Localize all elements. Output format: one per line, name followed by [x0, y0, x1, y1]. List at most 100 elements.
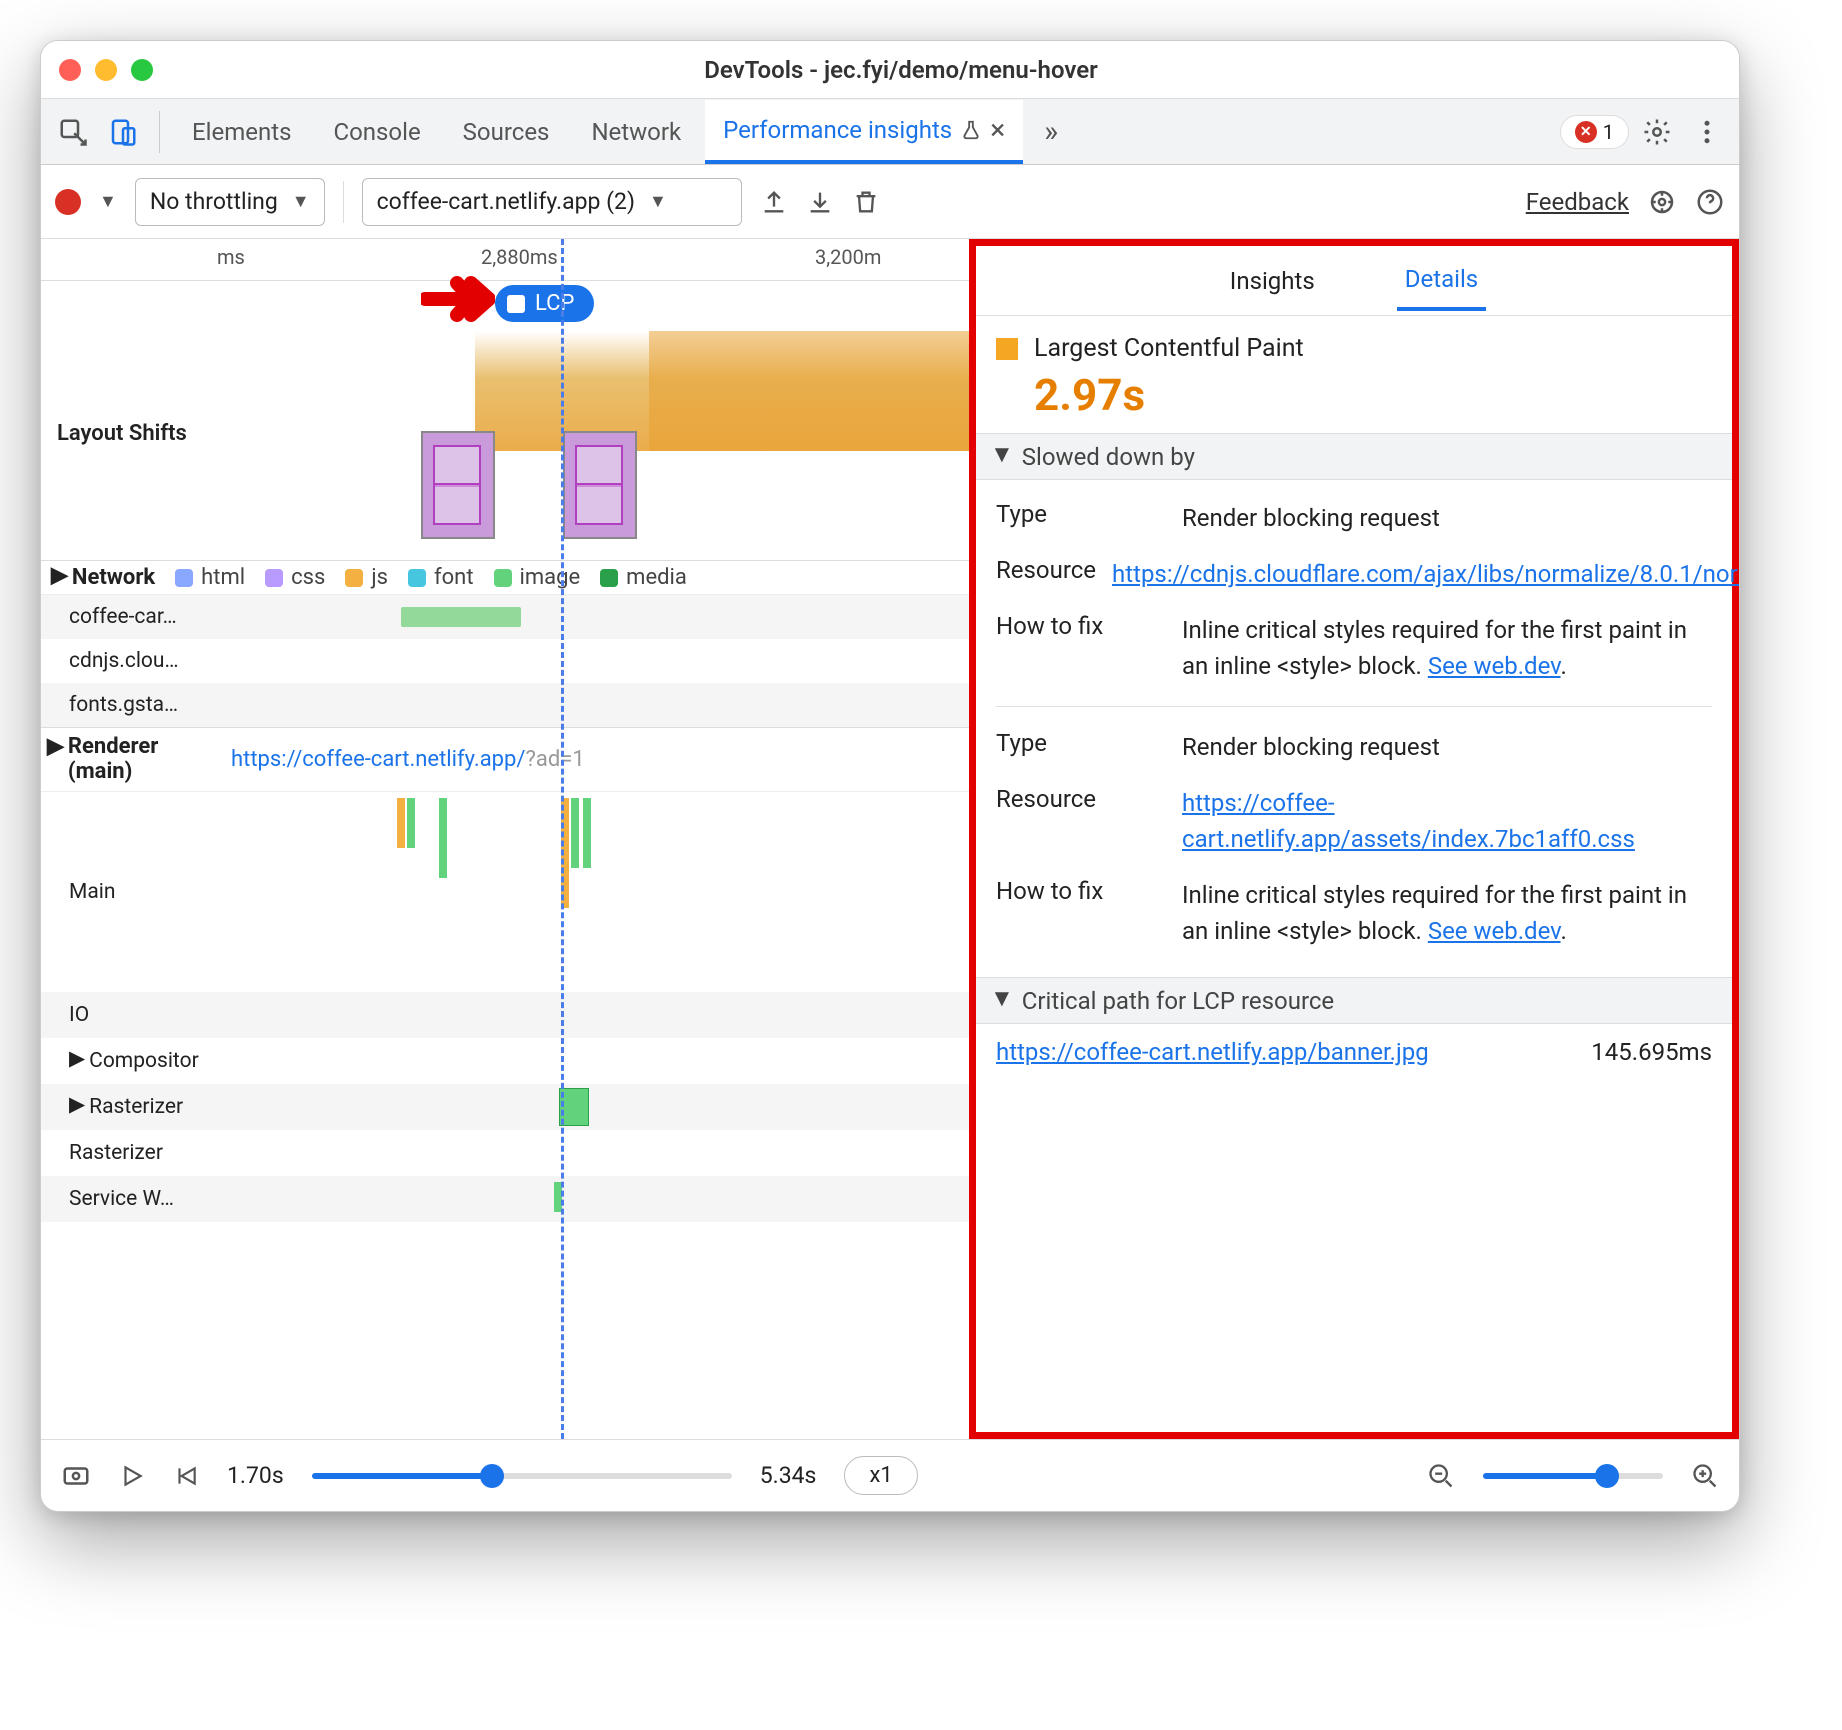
- network-toggle[interactable]: ▶ Network: [51, 565, 155, 590]
- kv-row: Type Render blocking request: [996, 719, 1712, 775]
- ruler-tick: 2,880ms: [481, 245, 558, 269]
- details-tabs: Insights Details: [976, 246, 1732, 316]
- legend-swatch: [600, 569, 618, 587]
- ruler-tick: ms: [217, 245, 245, 269]
- slowed-down-by-body: Type Render blocking request Resource ht…: [976, 480, 1732, 977]
- zoom-level[interactable]: x1: [844, 1456, 917, 1495]
- panel-tabbar: Elements Console Sources Network Perform…: [41, 99, 1739, 165]
- lcp-marker-badge[interactable]: LCP: [495, 285, 594, 322]
- tab-performance-insights[interactable]: Performance insights ×: [705, 100, 1023, 164]
- kv-row: Resource https://coffee-cart.netlify.app…: [996, 775, 1712, 867]
- screenshot-thumbnail[interactable]: [563, 431, 637, 539]
- see-webdev-link[interactable]: See web.dev: [1428, 652, 1561, 680]
- maximize-window-button[interactable]: [131, 59, 153, 81]
- network-row[interactable]: cdnjs.clou…: [41, 639, 969, 683]
- see-webdev-link[interactable]: See web.dev: [1428, 917, 1561, 945]
- resource-link[interactable]: https://coffee-cart.netlify.app/assets/i…: [1182, 789, 1635, 853]
- play-icon[interactable]: [119, 1463, 145, 1489]
- chevron-down-icon: ▼: [292, 191, 310, 212]
- zoom-in-icon[interactable]: [1691, 1462, 1719, 1490]
- zoom-out-icon[interactable]: [1427, 1462, 1455, 1490]
- tab-sources[interactable]: Sources: [445, 100, 568, 164]
- compositor-row[interactable]: ▶ Compositor: [41, 1038, 969, 1084]
- layout-shifts-track: Layout Shifts: [41, 331, 969, 561]
- track-label: ▶ Rasterizer: [69, 1094, 221, 1119]
- panel-settings-icon[interactable]: [1647, 187, 1677, 217]
- kv-key: Resource: [996, 556, 1096, 592]
- main-thread-row[interactable]: Main: [41, 792, 969, 992]
- lcp-marker-icon: [507, 295, 525, 313]
- inspect-icon[interactable]: [51, 110, 95, 154]
- legend-css: css: [265, 565, 325, 590]
- rasterizer-row[interactable]: ▶ Rasterizer: [41, 1084, 969, 1130]
- renderer-toggle[interactable]: ▶ Renderer (main): [47, 734, 211, 785]
- export-icon[interactable]: [760, 188, 788, 216]
- toggle-preview-icon[interactable]: [61, 1461, 91, 1491]
- legend-image: image: [494, 565, 581, 590]
- time-ruler[interactable]: ms 2,880ms 3,200m: [41, 239, 969, 281]
- record-menu-icon[interactable]: ▼: [99, 191, 117, 212]
- track-label: ▶ Compositor: [69, 1048, 221, 1073]
- kv-value: Inline critical styles required for the …: [1182, 612, 1712, 684]
- insights-marker-row: LCP: [41, 281, 969, 331]
- insights-tab[interactable]: Insights: [1222, 253, 1323, 309]
- error-count: 1: [1603, 120, 1614, 144]
- close-tab-icon[interactable]: ×: [990, 113, 1005, 146]
- kv-key: Resource: [996, 785, 1166, 857]
- device-toggle-icon[interactable]: [101, 110, 145, 154]
- network-row-label: cdnjs.clou…: [69, 649, 221, 673]
- help-icon[interactable]: [1695, 187, 1725, 217]
- error-count-badge[interactable]: ✕ 1: [1560, 115, 1629, 149]
- tab-network[interactable]: Network: [573, 100, 699, 164]
- settings-gear-icon[interactable]: [1635, 110, 1679, 154]
- throttling-select[interactable]: No throttling ▼: [135, 178, 325, 226]
- feedback-link[interactable]: Feedback: [1526, 188, 1629, 216]
- kebab-menu-icon[interactable]: [1685, 110, 1729, 154]
- record-button[interactable]: [55, 189, 81, 215]
- close-window-button[interactable]: [59, 59, 81, 81]
- lcp-label: Largest Contentful Paint: [1034, 334, 1304, 363]
- track-label: Rasterizer: [69, 1141, 221, 1165]
- time-cursor[interactable]: [561, 239, 564, 1439]
- track-label: Service W…: [69, 1187, 221, 1211]
- service-worker-row[interactable]: Service W…: [41, 1176, 969, 1222]
- tab-console[interactable]: Console: [315, 100, 438, 164]
- kv-row: How to fix Inline critical styles requir…: [996, 602, 1712, 694]
- kv-key: How to fix: [996, 612, 1166, 684]
- layout-shifts-graph[interactable]: [211, 331, 969, 560]
- zoom-slider[interactable]: [1483, 1473, 1663, 1479]
- critical-path-header[interactable]: ▼ Critical path for LCP resource: [976, 977, 1732, 1024]
- critical-path-row: https://coffee-cart.netlify.app/banner.j…: [976, 1024, 1732, 1080]
- rewind-icon[interactable]: [173, 1463, 199, 1489]
- critical-path-link[interactable]: https://coffee-cart.netlify.app/banner.j…: [996, 1038, 1429, 1066]
- network-row[interactable]: coffee-car…: [41, 595, 969, 639]
- delete-icon[interactable]: [852, 188, 880, 216]
- slowed-down-by-header[interactable]: ▼ Slowed down by: [976, 433, 1732, 480]
- tab-elements[interactable]: Elements: [174, 100, 309, 164]
- resource-link[interactable]: https://cdnjs.cloudflare.com/ajax/libs/n…: [1112, 560, 1740, 588]
- lcp-summary: Largest Contentful Paint 2.97s: [976, 316, 1732, 433]
- network-track-header: ▶ Network html css js font image media: [41, 561, 969, 595]
- time-start: 1.70s: [227, 1462, 284, 1489]
- track-label: Main: [69, 880, 221, 904]
- minimize-window-button[interactable]: [95, 59, 117, 81]
- track-label: IO: [69, 1003, 221, 1027]
- import-icon[interactable]: [806, 188, 834, 216]
- rasterizer-row-2[interactable]: Rasterizer: [41, 1130, 969, 1176]
- details-tab[interactable]: Details: [1397, 251, 1486, 311]
- legend-swatch: [345, 569, 363, 587]
- flask-icon: [960, 119, 982, 141]
- throttling-value: No throttling: [150, 188, 278, 215]
- io-thread-row[interactable]: IO: [41, 992, 969, 1038]
- traffic-lights: [59, 59, 153, 81]
- annotation-arrow-icon: [421, 269, 495, 329]
- screenshot-thumbnail[interactable]: [421, 431, 495, 539]
- recording-select[interactable]: coffee-cart.netlify.app (2) ▼: [362, 178, 742, 226]
- network-row[interactable]: fonts.gsta…: [41, 683, 969, 727]
- kv-row: Type Render blocking request: [996, 490, 1712, 546]
- lcp-color-icon: [996, 338, 1018, 360]
- renderer-url[interactable]: https://coffee-cart.netlify.app/?ad=1: [231, 747, 585, 772]
- time-slider[interactable]: [312, 1473, 732, 1479]
- more-tabs-icon[interactable]: »: [1029, 110, 1073, 154]
- legend-html: html: [175, 565, 245, 590]
